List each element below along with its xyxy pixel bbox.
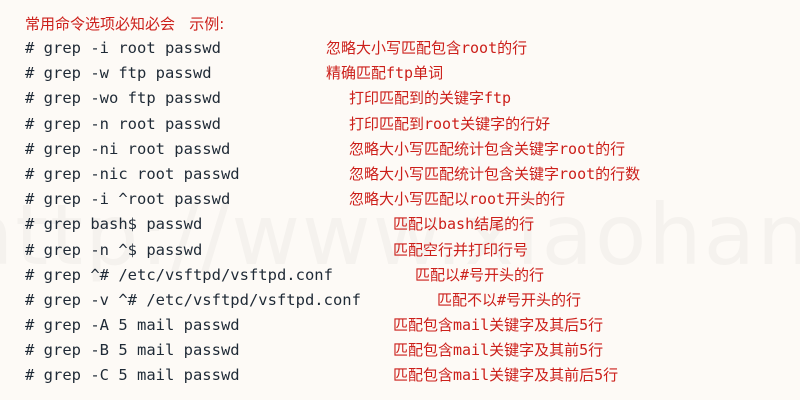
command-row: # grep -n root passwd 打印匹配到root关键字的行好 — [25, 112, 795, 137]
command-row: # grep -ni root passwd 忽略大小写匹配统计包含关键字roo… — [25, 137, 795, 162]
command-text: # grep -n root passwd — [25, 114, 221, 133]
command-description: 匹配包含mail关键字及其前后5行 — [393, 366, 619, 385]
command-row: # grep -wo ftp passwd 打印匹配到的关键字ftp — [25, 86, 795, 111]
command-description: 匹配空行并打印行号 — [393, 240, 529, 259]
document-page: http://www.xiaohanxue.com 常用命令选项必知必会 示例:… — [0, 0, 800, 400]
command-description: 匹配包含mail关键字及其前5行 — [393, 341, 604, 360]
command-text: # grep -B 5 mail passwd — [25, 341, 240, 360]
command-description: 忽略大小写匹配统计包含关键字root的行数 — [349, 164, 641, 183]
command-row: # grep -nic root passwd 忽略大小写匹配统计包含关键字ro… — [25, 162, 795, 187]
command-description: 匹配以#号开头的行 — [415, 265, 545, 284]
command-text: # grep -v ^# /etc/vsftpd/vsftpd.conf — [25, 290, 361, 309]
page-title: 常用命令选项必知必会 示例: — [25, 15, 225, 33]
command-description: 忽略大小写匹配包含root的行 — [326, 39, 528, 57]
command-description: 忽略大小写匹配以root开头的行 — [349, 190, 566, 209]
command-row: # grep -i root passwd 忽略大小写匹配包含root的行 — [25, 36, 795, 61]
command-description: 匹配以bash结尾的行 — [393, 215, 535, 234]
command-text: # grep bash$ passwd — [25, 215, 203, 234]
command-row: # grep -w ftp passwd 精确匹配ftp单词 — [25, 61, 795, 86]
command-text: # grep -nic root passwd — [25, 164, 240, 183]
command-row: # grep bash$ passwd 匹配以bash结尾的行 — [25, 212, 795, 237]
command-row: # grep -C 5 mail passwd 匹配包含mail关键字及其前后5… — [25, 363, 795, 388]
command-text: # grep ^# /etc/vsftpd/vsftpd.conf — [25, 265, 333, 284]
command-description: 匹配不以#号开头的行 — [437, 290, 582, 309]
command-text: # grep -w ftp passwd — [25, 64, 212, 83]
command-text: # grep -ni root passwd — [25, 139, 231, 158]
command-description: 匹配包含mail关键字及其后5行 — [393, 316, 604, 335]
command-text: # grep -n ^$ passwd — [25, 240, 203, 259]
command-text: # grep -wo ftp passwd — [25, 89, 221, 108]
command-text: # grep -A 5 mail passwd — [25, 316, 240, 335]
command-text: # grep -i root passwd — [25, 39, 221, 57]
command-list: # grep -i root passwd 忽略大小写匹配包含root的行 # … — [25, 36, 795, 389]
command-row: # grep -n ^$ passwd 匹配空行并打印行号 — [25, 238, 795, 263]
command-description: 忽略大小写匹配统计包含关键字root的行 — [349, 139, 626, 158]
command-row: # grep -i ^root passwd 忽略大小写匹配以root开头的行 — [25, 187, 795, 212]
command-row: # grep -v ^# /etc/vsftpd/vsftpd.conf 匹配不… — [25, 288, 795, 313]
command-description: 打印匹配到root关键字的行好 — [349, 114, 551, 133]
command-text: # grep -C 5 mail passwd — [25, 366, 240, 385]
command-text: # grep -i ^root passwd — [25, 190, 231, 209]
command-row: # grep -A 5 mail passwd 匹配包含mail关键字及其后5行 — [25, 313, 795, 338]
command-row: # grep ^# /etc/vsftpd/vsftpd.conf 匹配以#号开… — [25, 263, 795, 288]
command-row: # grep -B 5 mail passwd 匹配包含mail关键字及其前5行 — [25, 338, 795, 363]
command-description: 精确匹配ftp单词 — [326, 64, 444, 83]
command-description: 打印匹配到的关键字ftp — [349, 89, 512, 108]
